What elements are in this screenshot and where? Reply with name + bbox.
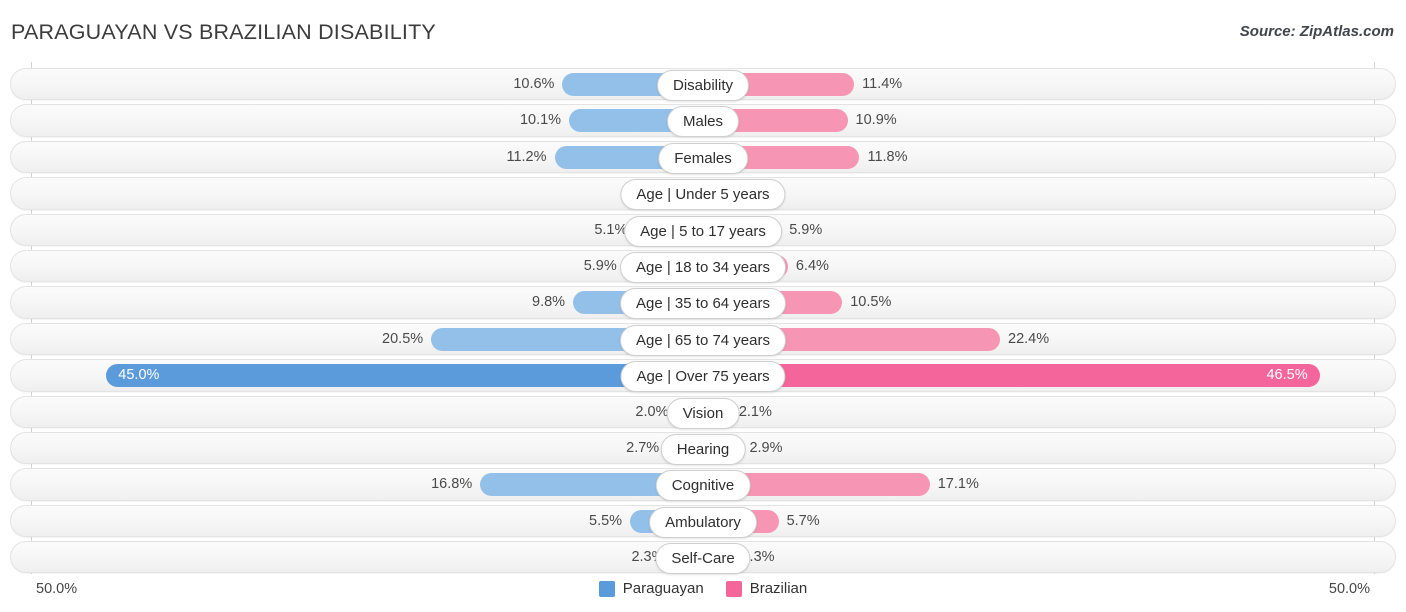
bar-row-label: Age | 18 to 34 years (620, 251, 786, 283)
bar-value-paraguayan: 45.0% (118, 367, 160, 384)
bar-value-paraguayan: 20.5% (382, 330, 424, 347)
bar-row: 45.0% 46.5% Age | Over 75 years (0, 357, 1406, 393)
bar-value-brazilian: 22.4% (1008, 330, 1050, 347)
bar-row-list: 10.6% 11.4% Disability 10.1% 10.9% Males 11.2%… (0, 66, 1406, 575)
legend-label-brazilian: Brazilian (749, 580, 808, 597)
bar-brazilian[interactable] (703, 364, 1320, 388)
bar-row: 9.8% 10.5% Age | 35 to 64 years (0, 284, 1406, 320)
bar-value-brazilian: 5.9% (789, 221, 823, 238)
chart-legend: Paraguayan Brazilian (0, 580, 1406, 597)
bar-row: 2.7% 2.9% Hearing (0, 430, 1406, 466)
chart-page: PARAGUAYAN VS BRAZILIAN DISABILITY Sourc… (0, 0, 1406, 612)
bar-value-brazilian: 46.5% (1266, 367, 1308, 384)
bar-row: 16.8% 17.1% Cognitive (0, 466, 1406, 502)
bar-value-paraguayan: 10.6% (513, 76, 555, 92)
bar-value-paraguayan: 5.9% (583, 257, 617, 274)
bar-value-brazilian: 11.8% (867, 148, 908, 165)
bar-row-label: Ambulatory (649, 506, 757, 538)
bar-row-label: Cognitive (655, 470, 751, 502)
bar-row-label: Hearing (660, 433, 746, 465)
bar-paraguayan[interactable] (106, 364, 703, 388)
bar-value-paraguayan: 11.2% (506, 148, 547, 165)
bar-value-brazilian: 5.7% (786, 512, 820, 529)
bar-value-paraguayan: 5.5% (589, 512, 623, 529)
bar-row-label: Age | Under 5 years (620, 179, 786, 211)
page-title: PARAGUAYAN VS BRAZILIAN DISABILITY (11, 20, 436, 44)
bar-value-paraguayan: 2.7% (626, 439, 660, 456)
bar-row-label: Age | 65 to 74 years (620, 324, 786, 356)
bar-value-brazilian: 6.4% (795, 257, 829, 274)
legend-label-paraguayan: Paraguayan (622, 580, 704, 597)
bar-value-brazilian: 2.1% (738, 403, 772, 420)
legend-item-brazilian[interactable]: Brazilian (725, 580, 808, 597)
bar-value-paraguayan: 9.8% (532, 294, 566, 311)
bar-row: 10.6% 11.4% Disability (0, 66, 1406, 102)
bar-row-label: Self-Care (655, 543, 751, 575)
bar-row: 5.9% 6.4% Age | 18 to 34 years (0, 248, 1406, 284)
bar-value-paraguayan: 5.1% (594, 221, 628, 238)
legend-swatch-icon-paraguayan (598, 580, 615, 597)
bar-row: 5.1% 5.9% Age | 5 to 17 years (0, 212, 1406, 248)
bar-row: 11.2% 11.8% Females (0, 139, 1406, 175)
bar-value-paraguayan: 2.0% (635, 403, 669, 420)
legend-item-paraguayan[interactable]: Paraguayan (598, 580, 704, 597)
bar-row: 5.5% 5.7% Ambulatory (0, 503, 1406, 539)
bar-row: 10.1% 10.9% Males (0, 102, 1406, 138)
bar-row-label: Age | 5 to 17 years (624, 215, 782, 247)
bar-row-label: Disability (656, 70, 750, 101)
chart-header: PARAGUAYAN VS BRAZILIAN DISABILITY Sourc… (0, 0, 1406, 62)
bar-row-label: Females (658, 142, 748, 174)
bar-value-paraguayan: 10.1% (519, 112, 562, 129)
bar-row-label: Age | Over 75 years (620, 361, 786, 393)
bar-row-label: Males (666, 106, 740, 138)
bar-value-paraguayan: 16.8% (431, 476, 473, 493)
bar-value-brazilian: 10.9% (855, 112, 897, 129)
chart-footer: 50.0% 50.0% Paraguayan Brazilian (0, 574, 1406, 612)
bar-row: 20.5% 22.4% Age | 65 to 74 years (0, 321, 1406, 357)
plot-area: 10.6% 11.4% Disability 10.1% 10.9% Males 11.2%… (0, 62, 1406, 575)
bar-value-brazilian: 11.4% (862, 76, 903, 92)
bar-row: 2.3% 2.3% Self-Care (0, 539, 1406, 575)
bar-value-brazilian: 10.5% (850, 294, 892, 311)
bar-value-brazilian: 17.1% (937, 476, 979, 493)
source-attribution: Source: ZipAtlas.com (1239, 23, 1394, 40)
bar-row: 2.0% 2.1% Vision (0, 394, 1406, 430)
bar-row: 2.0%1.5%Age | Under 5 years (0, 175, 1406, 211)
legend-swatch-icon-brazilian (725, 580, 742, 597)
bar-row-label: Vision (666, 397, 740, 429)
bar-row-label: Age | 35 to 64 years (620, 288, 786, 320)
bar-value-brazilian: 2.9% (749, 439, 783, 456)
